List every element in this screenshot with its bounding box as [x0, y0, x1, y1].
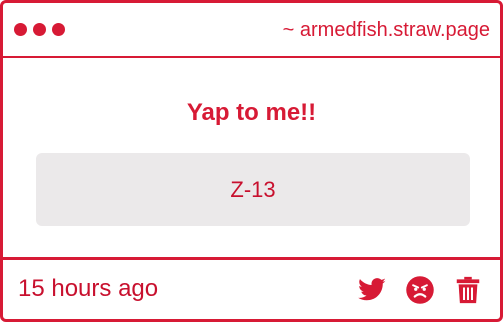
- page-url[interactable]: ~ armedfish.straw.page: [283, 18, 490, 42]
- trash-icon[interactable]: [452, 275, 484, 305]
- window-dot-icon: [14, 23, 27, 36]
- window-dot-icon: [33, 23, 46, 36]
- window-controls: [14, 23, 65, 36]
- response-box: Z-13: [36, 153, 470, 226]
- angry-face-icon[interactable]: [404, 275, 436, 305]
- response-text: Z-13: [230, 176, 276, 202]
- timestamp: 15 hours ago: [18, 275, 159, 302]
- window-dot-icon: [52, 23, 65, 36]
- window-titlebar: ~ armedfish.straw.page: [3, 3, 500, 58]
- action-bar: [356, 275, 484, 305]
- post-footer: 15 hours ago: [3, 257, 500, 319]
- prompt-text: Yap to me!!: [186, 99, 317, 126]
- post-body: Yap to me!! Z-13: [3, 58, 500, 263]
- twitter-bird-icon[interactable]: [356, 275, 388, 305]
- post-card: ~ armedfish.straw.page Yap to me!! Z-13 …: [0, 0, 503, 322]
